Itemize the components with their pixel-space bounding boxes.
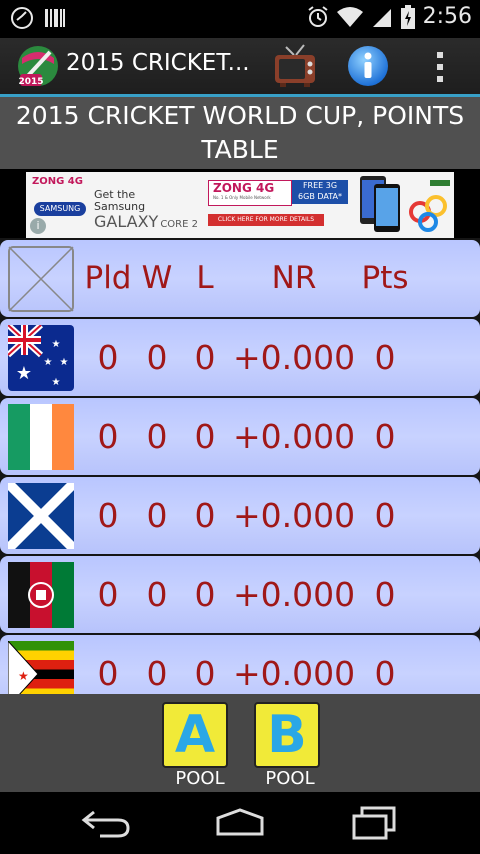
ad-zong-brand: ZONG 4G (213, 181, 275, 195)
home-icon[interactable] (214, 806, 266, 838)
ad-samsung-logo: SAMSUNG (34, 202, 86, 216)
ad-zong-tagline: No. 1 & Only Mobile Network (213, 195, 271, 200)
ad-decoration-image (409, 180, 450, 232)
svg-text:★: ★ (16, 363, 32, 384)
svg-text:★: ★ (60, 357, 69, 368)
cell-l: 0 (194, 417, 216, 456)
table-row[interactable]: 0 0 0 +0.000 0 (0, 398, 480, 475)
table-header-row: Pld W L NR Pts (0, 240, 480, 317)
ad-core: CORE 2 (160, 219, 198, 230)
zimbabwe-flag-icon: ★ (8, 641, 74, 694)
table-row[interactable]: 0 0 0 +0.000 0 (0, 477, 480, 554)
cell-l: 0 (194, 338, 216, 377)
ad-banner[interactable]: ZONG 4G SAMSUNG i Get the Samsung GALAXY… (26, 172, 454, 238)
cell-pts: 0 (374, 575, 396, 614)
pool-a-label[interactable]: POOL (150, 768, 250, 789)
svg-text:★: ★ (18, 669, 29, 683)
status-time: 2:56 (422, 4, 472, 29)
cell-nr: +0.000 (232, 417, 356, 456)
ad-product: GALAXY CORE 2 (94, 212, 198, 231)
header-w: W (141, 260, 173, 296)
header-pts: Pts (361, 260, 409, 296)
cell-pld: 0 (97, 417, 119, 456)
table-row[interactable]: ★ 0 0 0 +0.000 0 (0, 635, 480, 694)
ad-phone-image (360, 176, 400, 232)
alarm-icon (307, 5, 328, 27)
pool-b-letter: B (267, 705, 307, 765)
wifi-icon (336, 6, 363, 27)
svg-text:★: ★ (44, 357, 53, 368)
pool-a-button[interactable]: A (162, 702, 228, 768)
recent-apps-icon[interactable] (350, 806, 398, 840)
ad-brand: ZONG 4G (32, 176, 83, 187)
cell-pts: 0 (374, 338, 396, 377)
cell-w: 0 (146, 654, 168, 693)
svg-text:2015: 2015 (18, 77, 43, 87)
cell-pld: 0 (97, 575, 119, 614)
pool-b-label[interactable]: POOL (240, 768, 340, 789)
cell-nr: +0.000 (232, 654, 356, 693)
ad-zong-box: ZONG 4G No. 1 & Only Mobile Network (208, 180, 292, 206)
australia-flag-icon: ★ ★ ★ ★ ★ (8, 325, 74, 391)
placeholder-flag-icon (8, 246, 74, 312)
cell-pld: 0 (97, 338, 119, 377)
points-table: Pld W L NR Pts ★ ★ ★ ★ ★ 0 0 0 +0.000 0 (0, 238, 480, 694)
ad-info-icon[interactable]: i (30, 218, 46, 234)
scotland-flag-icon (8, 483, 74, 549)
cell-w: 0 (146, 338, 168, 377)
cell-nr: +0.000 (232, 496, 356, 535)
cell-pts: 0 (374, 654, 396, 693)
pool-selector: A POOL B POOL (0, 694, 480, 792)
ad-free: FREE 3G (302, 181, 338, 190)
page-title-line1: 2015 CRICKET WORLD CUP, POINTS (15, 101, 465, 130)
status-bar: 2:56 (0, 0, 480, 38)
signal-icon (372, 8, 391, 27)
app-logo-icon[interactable]: 2015 (14, 42, 62, 90)
cell-l: 0 (194, 654, 216, 693)
ad-cta[interactable]: CLICK HERE FOR MORE DETAILS (208, 214, 324, 226)
table-row[interactable]: ★ ★ ★ ★ ★ 0 0 0 +0.000 0 (0, 319, 480, 396)
afghanistan-flag-icon (8, 562, 74, 628)
cell-nr: +0.000 (232, 338, 356, 377)
overflow-menu-icon[interactable] (430, 50, 450, 84)
svg-text:★: ★ (52, 339, 61, 350)
page-title: 2015 CRICKET WORLD CUP, POINTS TABLE (0, 97, 480, 169)
cell-l: 0 (194, 575, 216, 614)
barcode-icon (45, 9, 65, 27)
cell-w: 0 (146, 417, 168, 456)
header-nr: NR (271, 260, 317, 296)
header-l: L (196, 260, 214, 296)
ad-data: 6GB DATA* (298, 192, 342, 201)
cell-w: 0 (146, 496, 168, 535)
ad-offer-box: FREE 3G 6GB DATA* (292, 180, 348, 204)
clock-app-icon (11, 7, 33, 29)
navigation-bar (0, 792, 480, 854)
action-bar: 2015 2015 CRICKET... (0, 38, 480, 97)
table-row[interactable]: 0 0 0 +0.000 0 (0, 556, 480, 633)
tv-icon[interactable] (272, 43, 318, 89)
cell-pts: 0 (374, 417, 396, 456)
ad-galaxy: GALAXY (94, 212, 159, 231)
pool-b-button[interactable]: B (254, 702, 320, 768)
cell-w: 0 (146, 575, 168, 614)
app-title: 2015 CRICKET... (66, 50, 250, 76)
cell-pld: 0 (97, 654, 119, 693)
header-pld: Pld (84, 260, 132, 296)
ireland-flag-icon (8, 404, 74, 470)
pool-a-letter: A (174, 705, 216, 765)
back-icon[interactable] (80, 808, 132, 838)
svg-text:★: ★ (52, 377, 61, 388)
cell-nr: +0.000 (232, 575, 356, 614)
page-title-line2: TABLE (201, 135, 279, 164)
info-icon[interactable] (346, 44, 390, 88)
cell-l: 0 (194, 496, 216, 535)
cell-pld: 0 (97, 496, 119, 535)
battery-icon (400, 4, 415, 29)
cell-pts: 0 (374, 496, 396, 535)
